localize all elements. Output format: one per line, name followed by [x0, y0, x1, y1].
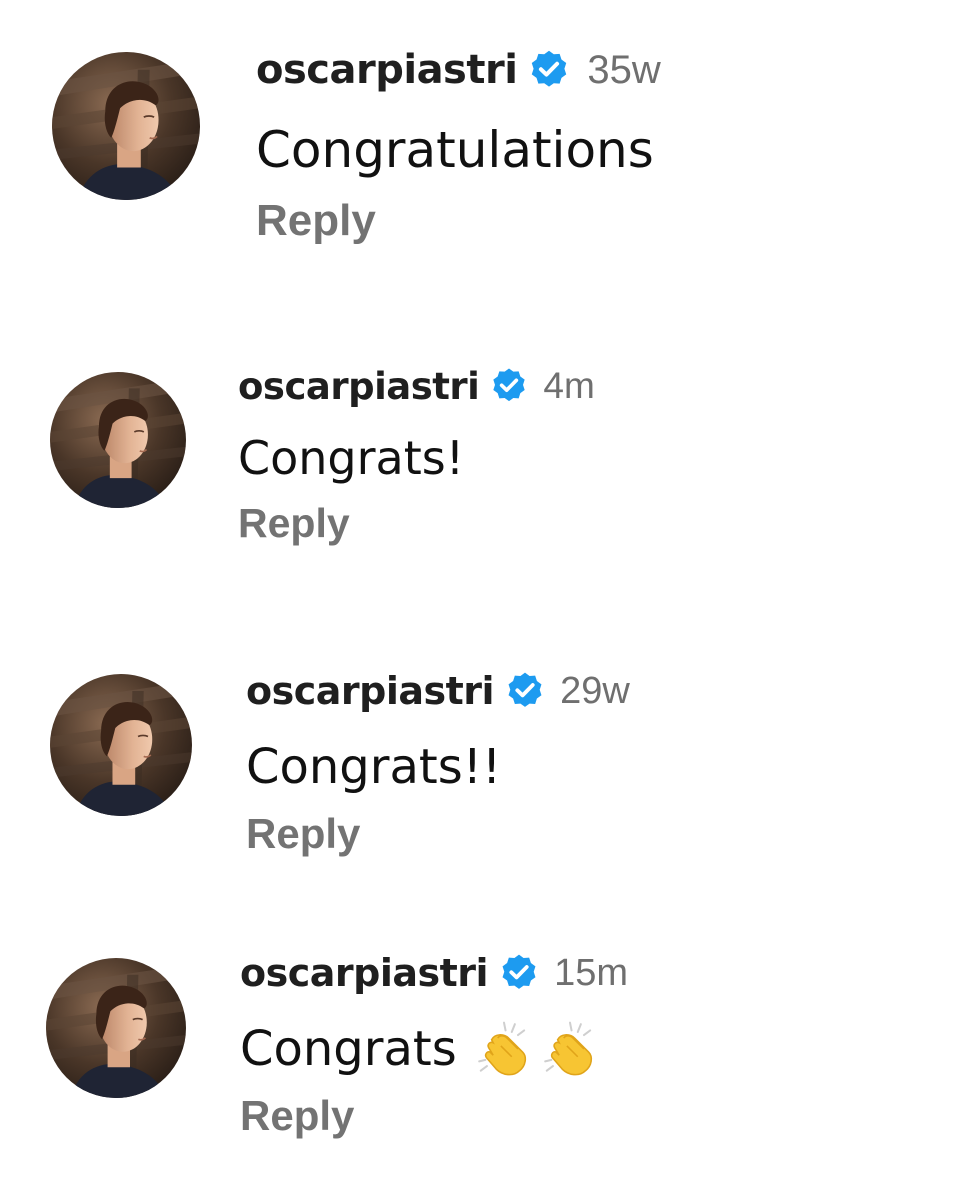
comment-text: Congrats! — [238, 431, 465, 485]
verified-badge-icon — [527, 48, 571, 92]
username-link[interactable]: oscarpiastri — [240, 951, 489, 995]
reply-button[interactable]: Reply — [238, 500, 595, 547]
comment-timestamp: 35w — [587, 47, 661, 92]
comment-text-row: Congrats — [240, 1018, 628, 1080]
reply-button[interactable]: Reply — [240, 1092, 628, 1140]
avatar[interactable] — [50, 674, 192, 816]
avatar[interactable] — [46, 958, 186, 1098]
comment-text: Congrats!! — [246, 739, 502, 795]
clapping-hands-emoji-icon — [539, 1018, 601, 1080]
comment-timestamp: 4m — [543, 365, 595, 406]
reply-button[interactable]: Reply — [246, 810, 630, 858]
verified-badge-icon — [504, 670, 546, 712]
reply-button[interactable]: Reply — [256, 196, 661, 246]
username-link[interactable]: oscarpiastri — [256, 47, 518, 93]
comment-text: Congratulations — [256, 121, 654, 179]
avatar[interactable] — [52, 52, 200, 200]
comment-text: Congrats — [240, 1021, 457, 1077]
avatar[interactable] — [50, 372, 186, 508]
verified-badge-icon — [489, 366, 529, 406]
verified-badge-icon — [498, 952, 540, 994]
username-link[interactable]: oscarpiastri — [238, 365, 480, 408]
comment-timestamp: 29w — [560, 669, 630, 712]
username-link[interactable]: oscarpiastri — [246, 669, 495, 713]
clapping-hands-emoji-icon — [473, 1018, 535, 1080]
comment-timestamp: 15m — [554, 951, 628, 994]
